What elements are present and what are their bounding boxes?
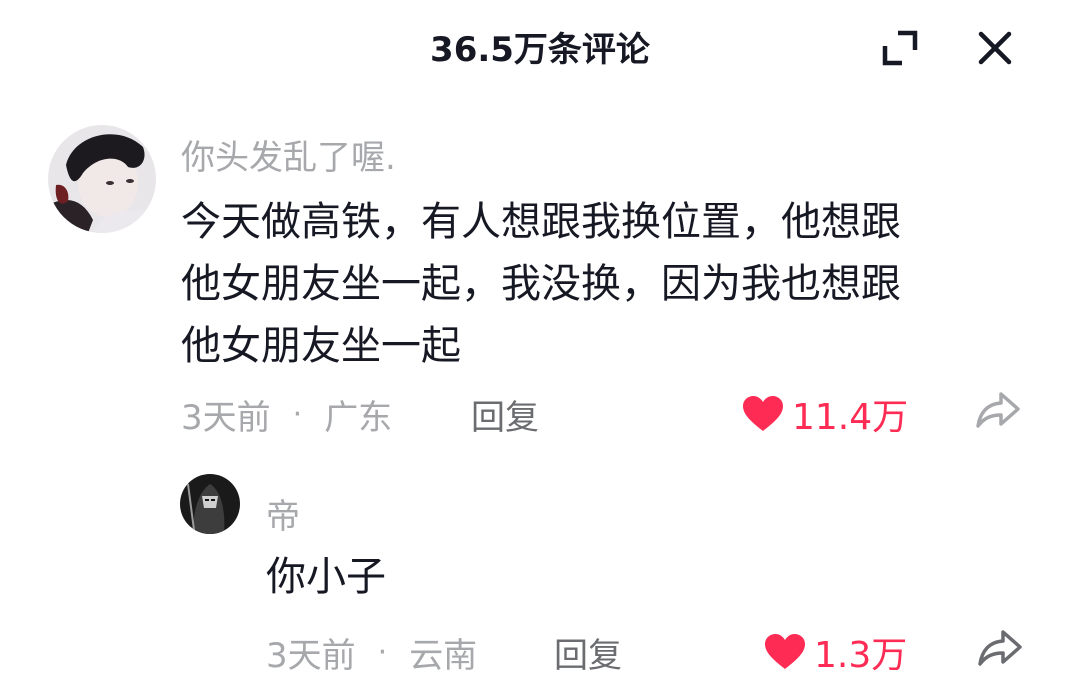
share-button[interactable] [972,388,1024,432]
comments-header: 36.5万条评论 [0,0,1080,96]
share-arrow-icon [978,630,1022,666]
close-icon [978,31,1012,65]
reply-share-button[interactable] [974,626,1026,670]
user-avatar-image [48,125,156,233]
heart-icon [765,634,805,669]
reply-user-avatar-image [180,474,240,534]
heart-icon [743,396,783,431]
comment-username[interactable]: 你头发乱了喔. [181,130,396,179]
comment-text-line: 今天做高铁，有人想跟我换位置，他想跟 [181,199,901,245]
reply-meta: 3天前 · 云南 [266,628,477,677]
reply-username[interactable]: 帝 [266,489,300,538]
expand-button[interactable] [878,26,922,70]
comment-text-line: 他女朋友坐一起 [181,323,461,369]
reply-location: 云南 [409,636,478,676]
reply-text: 你小子 [266,554,386,600]
share-arrow-icon [976,392,1020,428]
comment-text: 今天做高铁，有人想跟我换位置，他想跟 他女朋友坐一起，我没换，因为我也想跟 他女… [181,191,901,377]
meta-separator: · [292,397,303,432]
reply-reply-button[interactable]: 回复 [554,628,622,677]
comment-meta: 3天前 · 广东 [181,390,392,439]
comment-text-line: 他女朋友坐一起，我没换，因为我也想跟 [181,261,901,307]
expand-icon [882,30,918,66]
reply-time: 3天前 [266,636,356,676]
reply-like-button[interactable]: 1.3万 [764,626,907,678]
close-button[interactable] [973,26,1017,70]
meta-separator: · [377,635,388,670]
reply-like-count: 1.3万 [814,635,908,676]
comment-time: 3天前 [181,398,271,438]
avatar[interactable] [48,125,156,233]
comment-location: 广东 [324,398,393,438]
like-button[interactable]: 11.4万 [742,388,908,440]
reply-avatar[interactable] [180,474,240,534]
reply-button[interactable]: 回复 [471,390,539,439]
like-count: 11.4万 [792,397,909,438]
